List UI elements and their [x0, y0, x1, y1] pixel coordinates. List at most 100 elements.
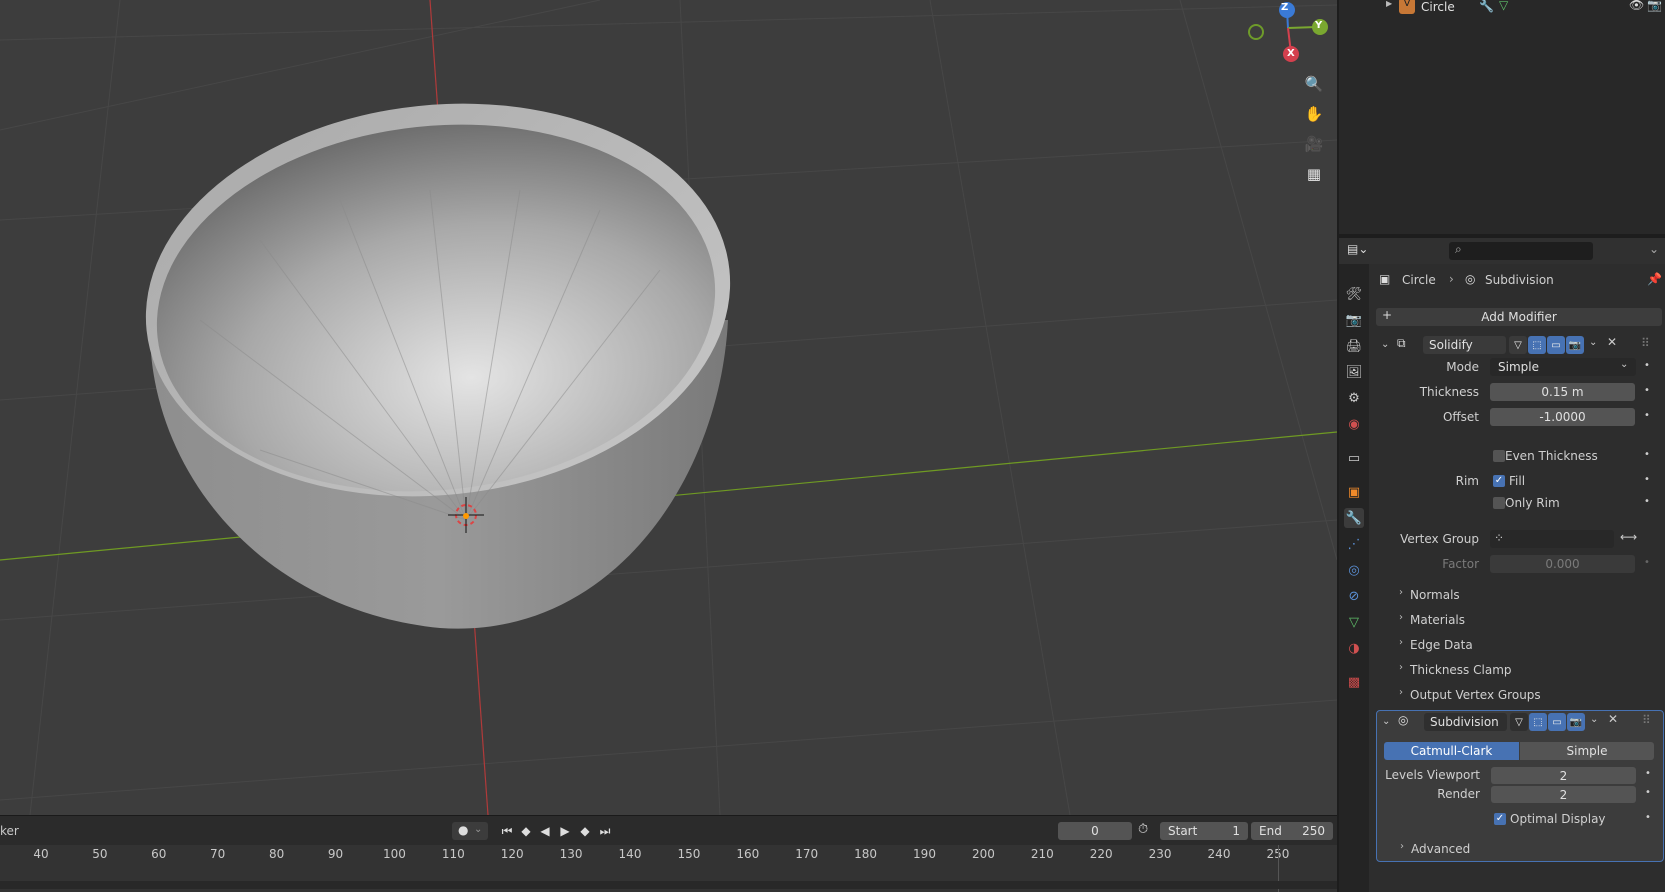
timeline-menu-label[interactable]: ker — [0, 824, 19, 838]
next-keyframe-icon[interactable]: ◆ — [576, 822, 594, 840]
viewport-display-icon[interactable]: ▭ — [1547, 336, 1565, 354]
animate-dot[interactable]: • — [1644, 557, 1650, 568]
edit-mode-icon[interactable]: ⬚ — [1529, 713, 1547, 731]
offset-field[interactable]: -1.0000 — [1490, 408, 1635, 426]
edit-mode-cage-icon[interactable]: ▽ — [1510, 713, 1528, 731]
physics-icon[interactable]: ◎ — [1344, 560, 1364, 580]
vertex-group-field[interactable]: ⁘ — [1490, 530, 1614, 548]
invert-arrows-icon[interactable]: ⟷ — [1620, 530, 1637, 544]
subdivision-name-field[interactable]: Subdivision — [1424, 713, 1507, 731]
perspective-grid-icon[interactable]: ▦ — [1302, 162, 1326, 186]
camera-view-icon[interactable]: 🎥 — [1302, 132, 1326, 156]
jump-end-icon[interactable]: ⏭ — [596, 822, 614, 840]
solidify-name-field[interactable]: Solidify — [1423, 336, 1506, 354]
viewport-display-icon[interactable]: ▭ — [1548, 713, 1566, 731]
animate-dot[interactable]: • — [1644, 474, 1650, 485]
solidify-close-icon[interactable]: ✕ — [1607, 335, 1617, 349]
normals-section[interactable]: Normals — [1410, 588, 1460, 602]
pan-hand-icon[interactable]: ✋ — [1302, 102, 1326, 126]
animate-dot[interactable]: • — [1644, 360, 1650, 371]
timeline-tick-label: 120 — [500, 847, 524, 861]
drag-handle-icon[interactable]: ⠿ — [1642, 713, 1651, 727]
collection-icon[interactable]: ▭ — [1344, 448, 1364, 468]
render-levels-field[interactable]: 2 — [1491, 786, 1636, 803]
view-layer-icon[interactable]: 🖼 — [1344, 362, 1364, 382]
subdivision-menu-chevron-icon[interactable]: ⌄ — [1590, 714, 1598, 725]
gizmo-y-label[interactable]: Y — [1315, 20, 1322, 31]
constraints-icon[interactable]: ⊘ — [1344, 586, 1364, 606]
gizmo-x-label[interactable]: X — [1287, 48, 1295, 59]
render-display-icon[interactable]: 📷 — [1566, 336, 1584, 354]
jump-start-icon[interactable]: ⏮ — [498, 822, 516, 840]
keying-dropdown[interactable]: ● ⌄ — [452, 822, 488, 840]
render-icon[interactable]: 📷 — [1344, 310, 1364, 330]
solidify-menu-chevron-icon[interactable]: ⌄ — [1589, 337, 1597, 348]
pin-icon[interactable]: 📌 — [1647, 272, 1662, 286]
mesh-data-icon[interactable]: ▽ — [1499, 0, 1508, 12]
animate-dot[interactable]: • — [1644, 496, 1650, 507]
prev-keyframe-icon[interactable]: ◆ — [517, 822, 535, 840]
animate-dot[interactable]: • — [1645, 768, 1651, 779]
properties-search[interactable]: ⌕ — [1449, 242, 1593, 260]
texture-icon[interactable]: ▩ — [1344, 672, 1364, 692]
timeline-tick-label: 220 — [1089, 847, 1113, 861]
only-rim-checkbox[interactable] — [1493, 497, 1505, 509]
world-icon[interactable]: ◉ — [1344, 414, 1364, 434]
editor-type-icon[interactable]: ▤⌄ — [1347, 242, 1373, 260]
thickness-field[interactable]: 0.15 m — [1490, 383, 1635, 401]
output-vertex-groups-section[interactable]: Output Vertex Groups — [1410, 688, 1541, 702]
play-reverse-icon[interactable]: ◀ — [536, 822, 554, 840]
drag-handle-icon[interactable]: ⠿ — [1641, 336, 1650, 350]
particles-icon[interactable]: ⋰ — [1344, 534, 1364, 554]
render-camera-icon[interactable]: 📷 — [1647, 0, 1662, 12]
material-icon[interactable]: ◑ — [1344, 638, 1364, 658]
mode-dropdown[interactable]: Simple ⌄ — [1490, 358, 1636, 376]
options-chevron-icon[interactable]: ⌄ — [1649, 242, 1659, 256]
start-frame-field[interactable]: Start 1 — [1160, 822, 1248, 840]
animate-dot[interactable]: • — [1644, 385, 1650, 396]
3d-viewport[interactable]: Z Y X 🔍 ✋ 🎥 ▦ — [0, 0, 1337, 815]
data-icon[interactable]: ▽ — [1344, 612, 1364, 632]
even-thickness-checkbox[interactable] — [1493, 450, 1505, 462]
zoom-icon[interactable]: 🔍 — [1302, 72, 1326, 96]
optimal-display-checkbox[interactable]: ✓ — [1494, 813, 1506, 825]
fill-checkbox[interactable]: ✓ — [1493, 475, 1505, 487]
current-frame-field[interactable]: 0 — [1058, 822, 1132, 840]
stopwatch-icon[interactable]: ⏱ — [1138, 822, 1156, 840]
add-modifier-button[interactable]: + Add Modifier — [1376, 308, 1662, 326]
outliner[interactable]: ▶ V Circle 🔧 ▽ 👁 📷 — [1339, 0, 1665, 238]
modifier-tab-icon[interactable]: 🔧 — [1344, 508, 1364, 528]
breadcrumb-modifier: Subdivision — [1485, 273, 1554, 287]
timeline-scrollbar[interactable] — [0, 881, 1337, 889]
object-icon[interactable]: ▣ — [1344, 482, 1364, 502]
thickness-clamp-section[interactable]: Thickness Clamp — [1410, 663, 1512, 677]
end-frame-field[interactable]: End 250 — [1251, 822, 1333, 840]
render-display-icon[interactable]: 📷 — [1567, 713, 1585, 731]
eye-icon[interactable]: 👁 — [1629, 0, 1644, 12]
scene-icon[interactable]: ⚙ — [1344, 388, 1364, 408]
outliner-object-name[interactable]: Circle — [1421, 0, 1455, 14]
catmull-clark-tab[interactable]: Catmull-Clark — [1384, 742, 1519, 760]
output-icon[interactable]: 🖨 — [1344, 336, 1364, 356]
edit-mode-cage-icon[interactable]: ▽ — [1509, 336, 1527, 354]
edit-mode-icon[interactable]: ⬚ — [1528, 336, 1546, 354]
edge-data-section[interactable]: Edge Data — [1410, 638, 1473, 652]
animate-dot[interactable]: • — [1645, 812, 1651, 823]
modifier-wrench-icon[interactable]: 🔧 — [1479, 0, 1494, 13]
subdivision-close-icon[interactable]: ✕ — [1608, 712, 1618, 726]
animate-dot[interactable]: • — [1645, 787, 1651, 798]
timeline-ruler[interactable]: 40 50 60 70 80 90 100 110 120 130 140 150 160 170 180 1… — [0, 845, 1337, 892]
gizmo-z-label[interactable]: Z — [1281, 2, 1288, 13]
play-icon[interactable]: ▶ — [556, 822, 574, 840]
animate-dot[interactable]: • — [1644, 410, 1650, 421]
animate-dot[interactable]: • — [1644, 449, 1650, 460]
simple-tab[interactable]: Simple — [1520, 742, 1654, 760]
solidify-collapse-icon[interactable]: ⌄ — [1381, 339, 1389, 350]
factor-field[interactable]: 0.000 — [1490, 555, 1635, 573]
tool-icon[interactable]: 🛠 — [1344, 284, 1364, 304]
materials-section[interactable]: Materials — [1410, 613, 1465, 627]
subdivision-collapse-icon[interactable]: ⌄ — [1382, 716, 1390, 727]
advanced-section[interactable]: Advanced — [1411, 842, 1470, 856]
expand-arrow-icon[interactable]: ▶ — [1386, 0, 1396, 8]
levels-viewport-field[interactable]: 2 — [1491, 767, 1636, 784]
